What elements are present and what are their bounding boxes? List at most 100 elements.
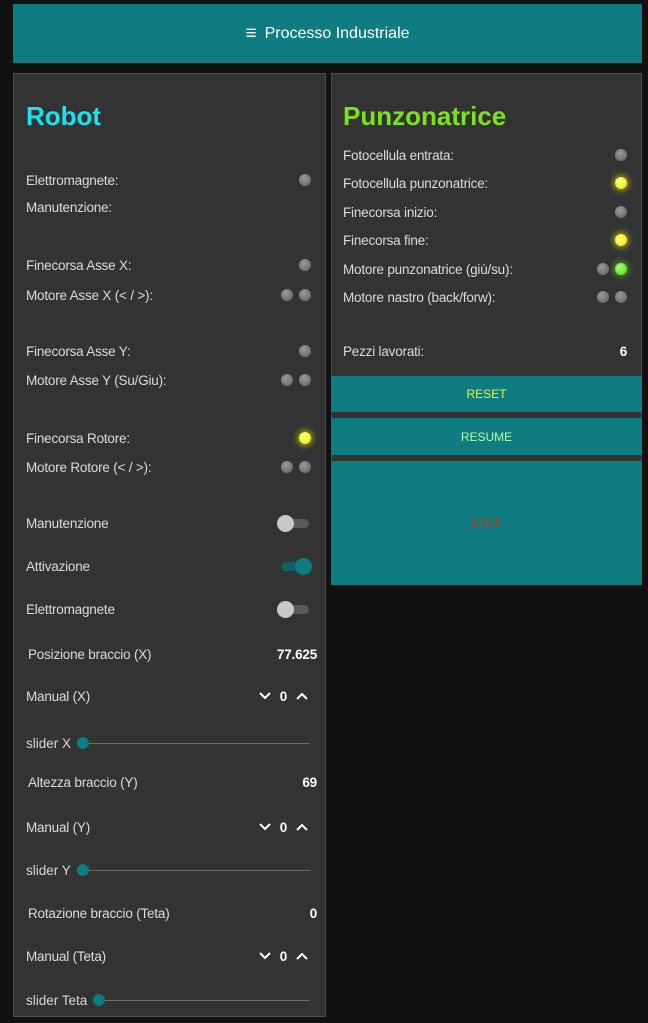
led-group: [281, 461, 311, 473]
punzonatrice-title: Punzonatrice: [343, 101, 507, 131]
switch-attivazione-row: Attivazione: [26, 556, 317, 576]
indicator-finecorsa-rotore: Finecorsa Rotore:: [26, 428, 317, 448]
led-group: [597, 291, 627, 303]
pezzi-label: Pezzi lavorati:: [343, 343, 425, 359]
slider-teta-row: slider Teta: [26, 990, 310, 1010]
led-group: [299, 174, 311, 186]
manual-x-value: 0: [279, 688, 288, 704]
indicator-label: Motore Rotore (< / >):: [26, 459, 152, 475]
rotazione-row: Rotazione braccio (Teta) 0: [28, 903, 317, 923]
switch-label: Attivazione: [26, 558, 90, 574]
switch-label: Elettromagnete: [26, 601, 115, 617]
indicator-finecorsa-inizio: Finecorsa inizio:: [343, 202, 633, 222]
chevron-up-icon[interactable]: [295, 820, 309, 834]
indicator-manutenzione: Manutenzione:: [26, 197, 317, 217]
indicator-label: Fotocellula punzonatrice:: [343, 175, 489, 191]
rotazione-value: 0: [309, 905, 318, 921]
indicator-label: Finecorsa Rotore:: [26, 430, 130, 446]
manual-teta-row: Manual (Teta) 0: [26, 946, 317, 966]
indicator-finecorsa-fine: Finecorsa fine:: [343, 230, 633, 250]
indicator-label: Finecorsa fine:: [343, 232, 429, 248]
manual-x-row: Manual (X) 0: [26, 686, 317, 706]
led-off: [597, 263, 609, 275]
manual-y-label: Manual (Y): [26, 819, 91, 835]
led-off: [299, 374, 311, 386]
led-off: [299, 174, 311, 186]
indicator-finecorsa-x: Finecorsa Asse X:: [26, 255, 317, 275]
altezza-y-row: Altezza braccio (Y) 69: [28, 772, 317, 792]
led-group: [615, 234, 627, 246]
posizione-x-value: 77.625: [276, 646, 317, 662]
robot-panel: Robot Elettromagnete: Manutenzione: Fine…: [13, 73, 326, 1017]
led-group: [299, 259, 311, 271]
indicator-elettromagnete: Elettromagnete:: [26, 170, 317, 190]
manual-teta-label: Manual (Teta): [26, 948, 106, 964]
led-group: [281, 374, 311, 386]
indicator-label: Fotocellula entrata:: [343, 147, 454, 163]
manual-y-value: 0: [279, 819, 288, 835]
slider-teta[interactable]: [93, 990, 310, 1010]
led-off: [299, 461, 311, 473]
manual-y-stepper: 0: [258, 820, 309, 835]
altezza-y-value: 69: [302, 774, 317, 790]
slider-teta-thumb[interactable]: [93, 994, 106, 1006]
indicator-label: Motore punzonatrice (giù/su):: [343, 261, 513, 277]
switch-label: Manutenzione: [26, 515, 109, 531]
indicator-motore-rotore: Motore Rotore (< / >):: [26, 457, 317, 477]
indicator-label: Motore Asse X (< / >):: [26, 287, 153, 303]
indicator-fotocellula-punzonatrice: Fotocellula punzonatrice:: [343, 173, 633, 193]
led-group: [615, 177, 627, 189]
indicator-motore-y: Motore Asse Y (Su/Giu):: [26, 370, 317, 390]
led-group: [281, 289, 311, 301]
manual-x-label: Manual (X): [26, 688, 91, 704]
led-group: [299, 345, 311, 357]
chevron-down-icon[interactable]: [258, 689, 272, 703]
chevron-down-icon[interactable]: [258, 820, 272, 834]
attivazione-toggle[interactable]: [277, 558, 312, 575]
manual-x-stepper: 0: [258, 689, 309, 704]
stop-button[interactable]: STOP: [331, 461, 642, 585]
led-off: [299, 259, 311, 271]
indicator-label: Motore nastro (back/forw):: [343, 289, 496, 305]
led-off: [615, 149, 627, 161]
menu-icon[interactable]: ≡: [245, 24, 256, 43]
indicator-motore-nastro: Motore nastro (back/forw):: [343, 287, 633, 307]
posizione-x-row: Posizione braccio (X) 77.625: [28, 644, 317, 664]
slider-y-label: slider Y: [26, 862, 71, 878]
indicator-fotocellula-entrata: Fotocellula entrata:: [343, 145, 633, 165]
pezzi-value: 6: [619, 343, 628, 359]
led-off: [615, 291, 627, 303]
chevron-up-icon[interactable]: [295, 949, 309, 963]
led-off: [615, 206, 627, 218]
indicator-label: Finecorsa Asse X:: [26, 257, 132, 273]
indicator-motore-x: Motore Asse X (< / >):: [26, 285, 317, 305]
manual-teta-stepper: 0: [258, 949, 309, 964]
led-group: [615, 206, 627, 218]
led-off: [299, 289, 311, 301]
resume-button[interactable]: RESUME: [331, 418, 642, 455]
slider-y-thumb[interactable]: [76, 864, 89, 876]
indicator-label: Manutenzione:: [26, 199, 112, 215]
switch-elettromagnete-row: Elettromagnete: [26, 599, 317, 619]
manutenzione-toggle[interactable]: [277, 515, 311, 532]
slider-x[interactable]: [77, 733, 310, 753]
reset-button[interactable]: RESET: [331, 376, 642, 412]
manual-teta-value: 0: [279, 948, 288, 964]
led-group: [615, 149, 627, 161]
slider-y[interactable]: [76, 860, 310, 880]
led-group: [597, 263, 627, 275]
switch-manutenzione-row: Manutenzione: [26, 513, 317, 533]
slider-x-label: slider X: [26, 735, 72, 751]
app-title: Processo Industriale: [264, 24, 410, 42]
indicator-finecorsa-y: Finecorsa Asse Y:: [26, 341, 317, 361]
led-green: [615, 263, 627, 275]
indicator-label: Finecorsa Asse Y:: [26, 343, 131, 359]
elettromagnete-toggle[interactable]: [277, 601, 311, 618]
chevron-up-icon[interactable]: [295, 689, 309, 703]
altezza-y-label: Altezza braccio (Y): [28, 774, 138, 790]
chevron-down-icon[interactable]: [258, 949, 272, 963]
robot-title: Robot: [26, 101, 102, 131]
manual-y-row: Manual (Y) 0: [26, 817, 317, 837]
slider-x-thumb[interactable]: [77, 737, 90, 749]
indicator-motore-punzonatrice: Motore punzonatrice (giù/su):: [343, 259, 633, 279]
